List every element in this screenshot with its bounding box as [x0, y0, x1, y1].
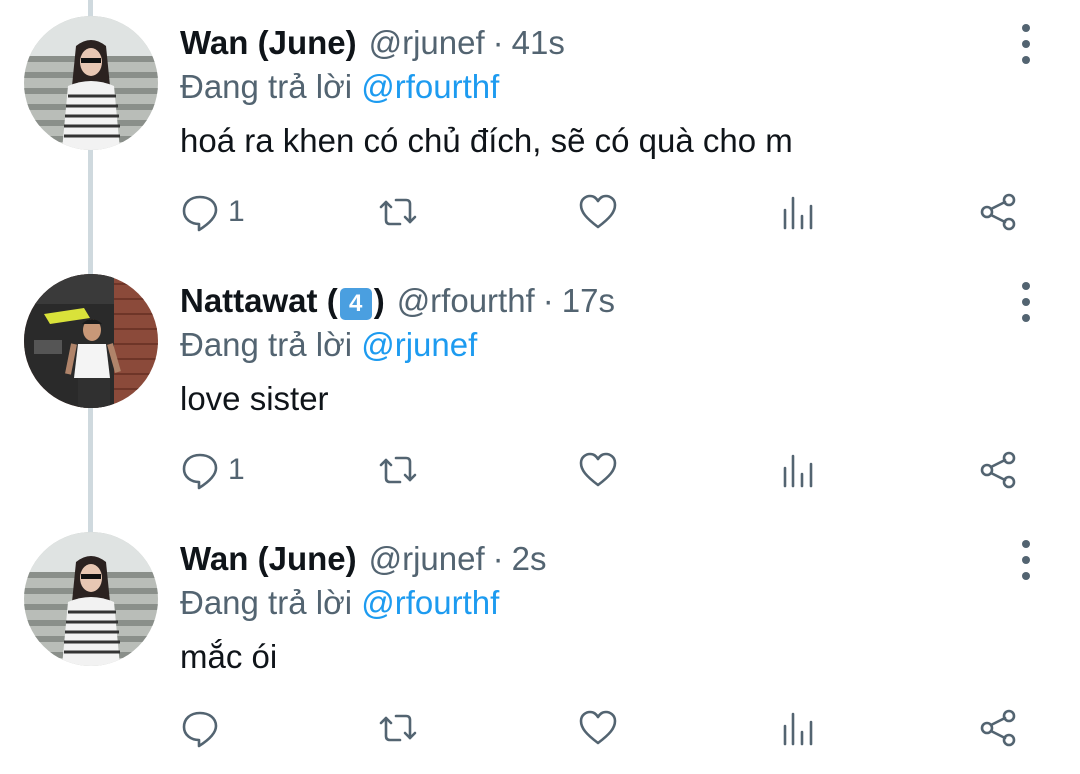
- avatar[interactable]: [24, 274, 158, 408]
- avatar-photo: [24, 532, 158, 666]
- share-icon: [980, 193, 1016, 231]
- replying-to: Đang trả lời @rfourthf: [180, 582, 499, 624]
- handle[interactable]: @rjunef: [369, 22, 485, 64]
- retweet-icon: [379, 714, 417, 742]
- display-name[interactable]: Wan (June): [180, 538, 357, 580]
- tweet-text: mắc ói: [180, 638, 278, 675]
- tweet-header: Nattawat (4) @rfourthf · 17s: [180, 280, 615, 322]
- share-icon: [980, 451, 1016, 489]
- reply-button[interactable]: [180, 706, 220, 750]
- reply-icon: [182, 453, 218, 490]
- handle[interactable]: @rfourthf: [397, 280, 535, 322]
- replying-mention[interactable]: @rfourthf: [361, 68, 499, 105]
- display-name[interactable]: Wan (June): [180, 22, 357, 64]
- replying-to: Đang trả lời @rfourthf: [180, 66, 499, 108]
- like-icon: [579, 452, 617, 487]
- replying-to: Đang trả lời @rjunef: [180, 324, 477, 366]
- tweet[interactable]: Wan (June) @rjunef · 41s Đang trả lời @r…: [0, 0, 1080, 258]
- more-vertical-icon[interactable]: [1008, 540, 1044, 580]
- tweet[interactable]: Nattawat (4) @rfourthf · 17s Đang trả lờ…: [0, 258, 1080, 516]
- retweet-button[interactable]: [378, 448, 418, 492]
- more-vertical-icon[interactable]: [1008, 282, 1044, 322]
- timestamp[interactable]: 41s: [512, 22, 565, 64]
- analytics-button[interactable]: [778, 706, 818, 750]
- like-button[interactable]: [578, 448, 618, 492]
- tweet-text: love sister: [180, 380, 329, 417]
- tweet-header: Wan (June) @rjunef · 41s: [180, 22, 565, 64]
- share-button[interactable]: [978, 190, 1018, 234]
- replying-mention[interactable]: @rfourthf: [361, 584, 499, 621]
- replying-prefix: Đang trả lời: [180, 326, 353, 363]
- retweet-icon: [379, 456, 417, 484]
- like-button[interactable]: [578, 190, 618, 234]
- separator: ·: [542, 282, 554, 319]
- reply-button[interactable]: 1: [180, 190, 245, 234]
- replying-prefix: Đang trả lời: [180, 584, 353, 621]
- analytics-icon: [783, 196, 813, 230]
- retweet-button[interactable]: [378, 190, 418, 234]
- avatar-photo: [24, 16, 158, 150]
- replying-prefix: Đang trả lời: [180, 68, 353, 105]
- reply-count: 1: [228, 453, 245, 486]
- retweet-button[interactable]: [378, 706, 418, 750]
- tweet-text: hoá ra khen có chủ đích, sẽ có quà cho m: [180, 122, 793, 159]
- avatar[interactable]: [24, 532, 158, 666]
- reply-button[interactable]: 1: [180, 448, 245, 492]
- action-bar: [0, 686, 1080, 770]
- share-icon: [980, 709, 1016, 747]
- share-button[interactable]: [978, 706, 1018, 750]
- keycap-four-emoji: 4: [339, 288, 372, 320]
- display-name-text: Nattawat (: [180, 282, 338, 319]
- timestamp[interactable]: 2s: [512, 538, 547, 580]
- reply-count: 1: [228, 195, 245, 228]
- action-bar: 1: [0, 170, 1080, 254]
- display-name-suffix: ): [373, 282, 385, 319]
- action-bar: 1: [0, 428, 1080, 512]
- separator: ·: [492, 540, 504, 577]
- reply-icon: [182, 195, 218, 232]
- avatar-photo: [24, 274, 158, 408]
- share-button[interactable]: [978, 448, 1018, 492]
- display-name[interactable]: Nattawat (4): [180, 280, 385, 322]
- reply-icon: [182, 711, 218, 748]
- separator: ·: [492, 24, 504, 61]
- analytics-icon: [783, 712, 813, 746]
- replying-mention[interactable]: @rjunef: [361, 326, 477, 363]
- analytics-button[interactable]: [778, 190, 818, 234]
- handle[interactable]: @rjunef: [369, 538, 485, 580]
- analytics-button[interactable]: [778, 448, 818, 492]
- avatar[interactable]: [24, 16, 158, 150]
- like-icon: [579, 710, 617, 745]
- like-icon: [579, 194, 617, 229]
- retweet-icon: [379, 198, 417, 226]
- timestamp[interactable]: 17s: [562, 280, 615, 322]
- more-vertical-icon[interactable]: [1008, 24, 1044, 64]
- tweet-header: Wan (June) @rjunef · 2s: [180, 538, 547, 580]
- tweet[interactable]: Wan (June) @rjunef · 2s Đang trả lời @rf…: [0, 516, 1080, 774]
- analytics-icon: [783, 454, 813, 488]
- like-button[interactable]: [578, 706, 618, 750]
